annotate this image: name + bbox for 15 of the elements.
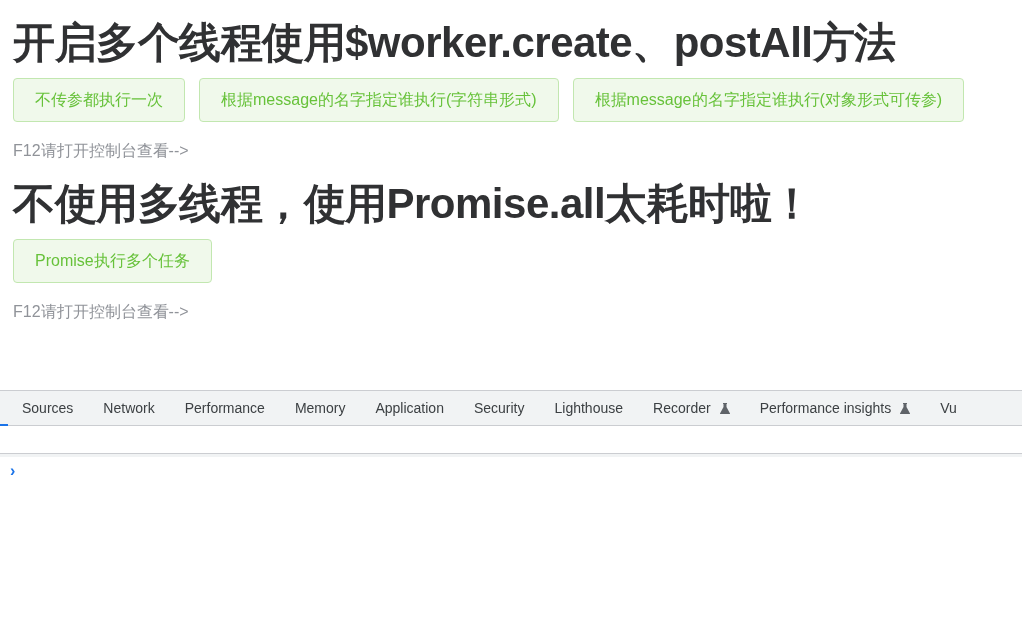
devtools-tab[interactable]: Memory [294, 400, 360, 416]
devtools-tab[interactable]: Security [473, 400, 539, 416]
console-hint: F12请打开控制台查看--> [13, 302, 190, 322]
devtools-tab[interactable]: Performance [184, 400, 279, 416]
console-prompt[interactable]: › [10, 462, 16, 479]
devtools-tab[interactable]: Vu [940, 400, 971, 416]
devtools-tab[interactable]: Network [103, 400, 169, 416]
devtools-tab[interactable]: Application [375, 400, 458, 416]
devtools-tab[interactable]: Performance insights [759, 400, 925, 416]
page-heading: 开启多个线程使用$worker.create、postAll方法 [13, 18, 897, 68]
devtools-tab[interactable]: Sources [22, 400, 88, 416]
devtools-tab[interactable]: Lighthouse [554, 400, 638, 416]
console-hint: F12请打开控制台查看--> [13, 141, 190, 161]
devtools-tab[interactable]: Recorder [653, 400, 744, 416]
page-heading: 不使用多线程，使用Promise.all太耗时啦！ [13, 179, 814, 229]
